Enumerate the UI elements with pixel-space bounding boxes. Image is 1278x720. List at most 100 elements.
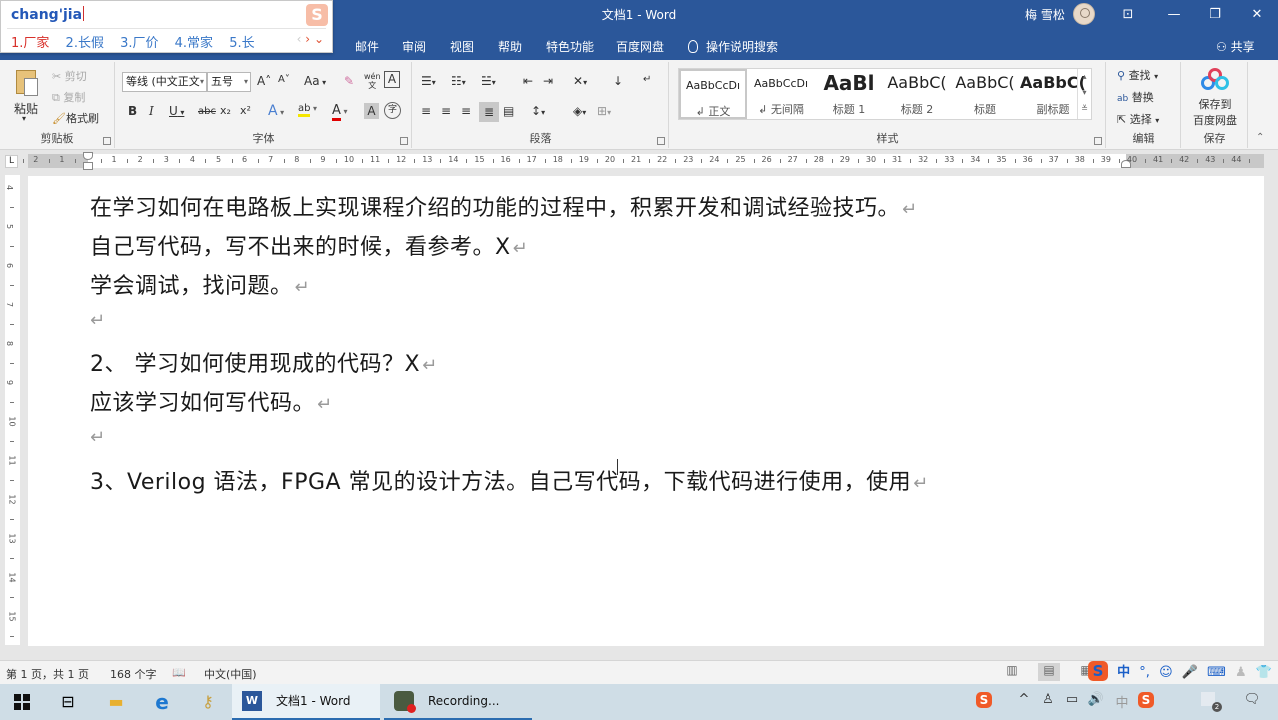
tab-review[interactable]: 审阅 [402, 38, 426, 55]
shrink-font-button[interactable]: A˅ [278, 74, 290, 85]
distributed-button[interactable]: ▤ [503, 104, 514, 118]
tab-selector[interactable]: L [5, 155, 18, 168]
horizontal-ruler[interactable]: L 2 1 1 2 3 4 5 6 7 8 9 10 11 12 13 14 15 16 17 18 19 20 21 22 2… [0, 151, 1278, 171]
battery-network-icon[interactable]: ▭ [1062, 692, 1082, 707]
show-marks-button[interactable]: ↵ [643, 74, 651, 85]
font-dialog-launcher[interactable] [400, 137, 408, 145]
italic-button[interactable]: I [149, 104, 154, 118]
clipboard-dialog-launcher[interactable] [103, 137, 111, 145]
paragraph[interactable]: 2、 学习如何使用现成的代码？X ↵ [90, 346, 438, 378]
first-line-indent-marker[interactable] [83, 152, 93, 160]
tab-view[interactable]: 视图 [450, 38, 474, 55]
styles-dialog-launcher[interactable] [1094, 137, 1102, 145]
grow-font-button[interactable]: A˄ [257, 74, 271, 88]
font-size-combo[interactable]: 五号 ▾ [207, 72, 251, 92]
keys-app-icon[interactable]: ⚷ [196, 690, 220, 714]
paragraph[interactable]: ↵ [90, 424, 106, 449]
taskbar-app-word[interactable]: W 文档1 - Word [232, 684, 380, 720]
strikethrough-button[interactable]: abc [198, 106, 216, 117]
paragraph[interactable]: 应该学习如何写代码。 ↵ [90, 385, 333, 417]
borders-button[interactable]: ⊞▾ [597, 104, 611, 118]
increase-indent-button[interactable]: ⇥ [543, 74, 553, 88]
tray-ime-indicator[interactable]: 中 [1112, 692, 1132, 711]
ribbon-display-options-button[interactable]: ⊡ [1105, 0, 1151, 30]
style-heading-2[interactable]: AaBbC( 标题 2 [883, 69, 951, 119]
paragraph[interactable]: 自己写代码，写不出来的时候，看参考。X ↵ [90, 229, 528, 261]
numbering-button[interactable]: ☷▾ [451, 74, 466, 88]
replace-button[interactable]: ab 替换 [1117, 89, 1154, 105]
select-button[interactable]: ⇱ 选择 ▾ [1117, 111, 1159, 127]
subscript-button[interactable]: x₂ [220, 104, 231, 117]
taskbar-app-recording[interactable]: Recording... [384, 684, 532, 720]
tab-baidu-netdisk[interactable]: 百度网盘 [616, 38, 664, 55]
volume-icon[interactable]: 🔊 [1086, 692, 1106, 707]
line-spacing-button[interactable]: ↕▾ [531, 104, 545, 118]
edge-browser-icon[interactable]: e [150, 690, 174, 714]
left-indent-marker[interactable] [83, 162, 93, 170]
tab-mailings[interactable]: 邮件 [355, 38, 379, 55]
copy-button[interactable]: ⧉ 复制 [52, 89, 85, 105]
paragraph[interactable]: 3、Verilog 语法，FPGA 常见的设计方法。自己写代码，下载代码进行使用… [90, 464, 929, 496]
tray-sogou-icon-2[interactable]: S [1136, 692, 1156, 708]
user-name[interactable]: 梅 雪松 [1025, 6, 1065, 23]
font-color-button[interactable]: A ▾ [332, 103, 347, 121]
style-normal[interactable]: AaBbCcDı ↲ 正文 [679, 69, 747, 119]
highlight-button[interactable]: ab ▾ [298, 103, 317, 117]
proofing-icon[interactable]: 📖 [172, 666, 186, 679]
ime-next-page-icon[interactable]: › [305, 32, 310, 46]
paragraph[interactable]: ↵ [90, 307, 106, 332]
minimize-button[interactable]: — [1151, 0, 1197, 30]
paste-dropdown-icon[interactable]: ▾ [22, 114, 26, 123]
skin-shirt-icon[interactable]: 👕 [1256, 665, 1272, 680]
align-right-button[interactable]: ≡ [461, 104, 471, 118]
ime-candidate[interactable]: 3.厂价 [120, 36, 158, 51]
microphone-icon[interactable]: 🎤 [1182, 665, 1198, 680]
style-heading-1[interactable]: AaBl 标题 1 [815, 69, 883, 119]
ime-candidate[interactable]: 4.常家 [175, 36, 213, 51]
style-no-spacing[interactable]: AaBbCcDı ↲ 无间隔 [747, 69, 815, 119]
format-painter-button[interactable]: 🖌格式刷 [52, 110, 99, 126]
align-left-button[interactable]: ≡ [421, 104, 431, 118]
user-avatar[interactable] [1073, 3, 1095, 25]
read-mode-button[interactable]: ▥ [1001, 663, 1023, 681]
justify-button[interactable]: ≣ [479, 102, 499, 122]
sort-button[interactable]: ↓ [613, 74, 623, 88]
close-button[interactable]: ✕ [1234, 0, 1278, 30]
ime-candidate[interactable]: 1.厂家 [11, 36, 49, 51]
paragraph-dialog-launcher[interactable] [657, 137, 665, 145]
align-center-button[interactable]: ≡ [441, 104, 451, 118]
tab-help[interactable]: 帮助 [498, 38, 522, 55]
tab-special-features[interactable]: 特色功能 [546, 38, 594, 55]
language-indicator[interactable]: 中文(中国) [204, 666, 257, 682]
clear-formatting-button[interactable]: ✎ [344, 74, 354, 88]
styles-gallery-scroll[interactable]: ▴ ▾ ≚ [1077, 69, 1091, 119]
keyboard-icon[interactable]: ⌨ [1207, 665, 1226, 680]
action-center-icon[interactable]: 🗨 [1240, 692, 1264, 707]
ime-candidate[interactable]: 2.长假 [66, 36, 104, 51]
phonetic-guide-button[interactable]: wén 文 [364, 72, 381, 90]
change-case-button[interactable]: Aa ▾ [304, 74, 326, 88]
shading-button[interactable]: ◈▾ [573, 104, 586, 118]
collapse-ribbon-icon[interactable]: ⌃ [1256, 132, 1264, 143]
clock-area[interactable]: 2 [1196, 692, 1222, 712]
character-border-button[interactable]: A [384, 71, 400, 88]
tray-sogou-icon[interactable]: S [972, 692, 996, 708]
character-shading-button[interactable]: A [364, 103, 379, 119]
qq-penguin-icon[interactable]: ♙ [1040, 692, 1056, 707]
user-account-icon[interactable]: ♟ [1235, 665, 1247, 680]
text-effects-button[interactable]: A ▾ [268, 103, 284, 119]
print-layout-button[interactable]: ▤ [1038, 663, 1060, 681]
scroll-up-icon[interactable]: ▴ [1078, 69, 1091, 85]
word-count[interactable]: 168 个字 [110, 666, 157, 682]
windows-start-icon[interactable] [10, 690, 34, 714]
find-button[interactable]: ⚲ 查找 ▾ [1117, 67, 1158, 83]
font-name-combo[interactable]: 等线 (中文正文 ▾ [122, 72, 207, 92]
save-to-baidu-button[interactable]: 保存到 百度网盘 [1182, 66, 1248, 128]
task-view-icon[interactable]: ⊟ [56, 690, 80, 714]
bold-button[interactable]: B [128, 104, 137, 118]
share-button[interactable]: ⚇ 共享 [1216, 38, 1255, 55]
ime-prev-page-icon[interactable]: ‹ [297, 32, 302, 46]
bullets-button[interactable]: ☰▾ [421, 74, 436, 88]
scroll-down-icon[interactable]: ▾ [1078, 85, 1091, 101]
chinese-layout-button[interactable]: ✕▾ [573, 74, 587, 88]
